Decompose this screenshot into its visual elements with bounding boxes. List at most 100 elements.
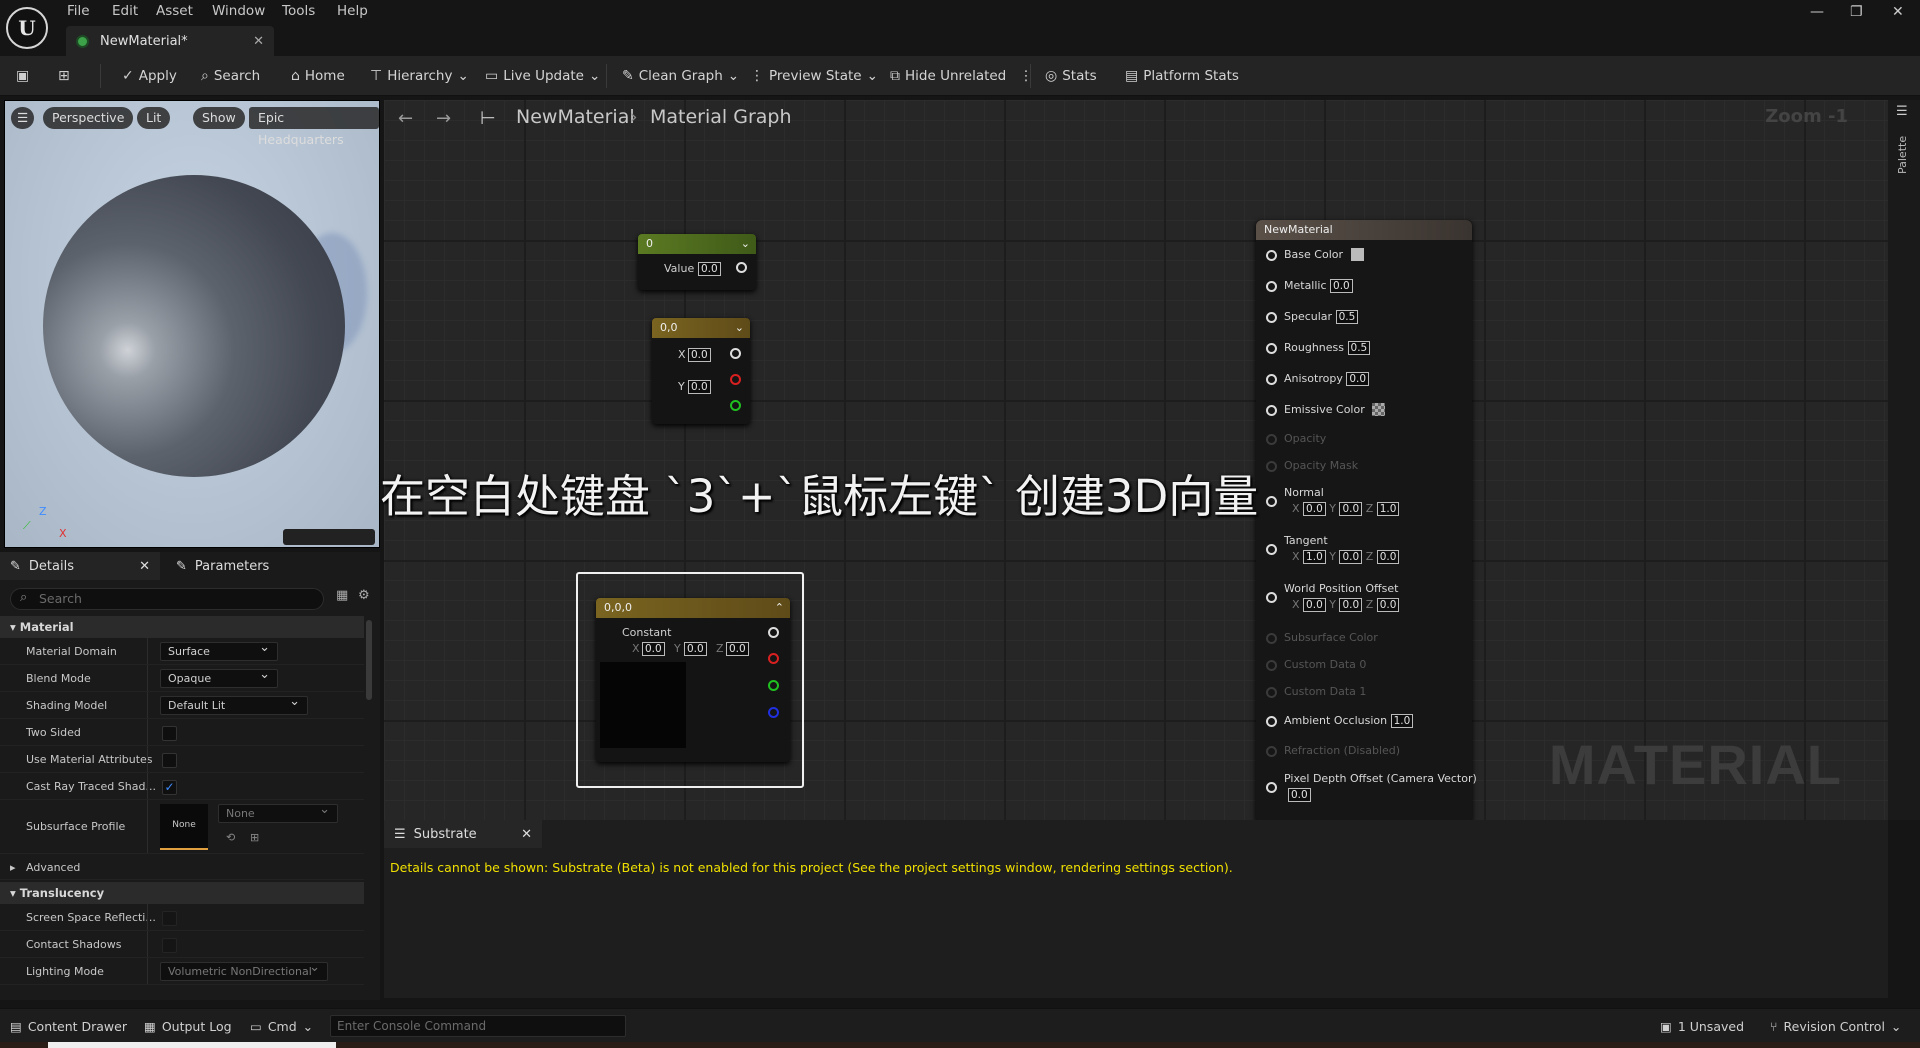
input-pin[interactable] [1266,281,1277,292]
viewport-menu-icon[interactable]: ☰ [11,107,35,129]
subsurface-profile-dropdown[interactable]: None [218,801,338,823]
value-field[interactable]: 0.0 [698,262,721,276]
search-button[interactable]: ⌕ Search [201,56,260,96]
checker-swatch[interactable] [1372,403,1386,416]
vector3-constant-node[interactable]: 0,0,0 ⌃ Constant X 0.0 Y 0.0 Z 0.0 [596,598,790,762]
content-drawer-button[interactable]: ▤ Content Drawer [10,1009,127,1043]
two-sided-checkbox[interactable] [162,726,177,741]
live-update-button[interactable]: ▭ Live Update ⌄ [485,56,600,96]
menu-edit[interactable]: Edit [112,0,138,22]
normal-x-field[interactable]: 0.0 [1303,502,1326,516]
save-icon[interactable]: ▣ [16,56,29,96]
material-output-node[interactable]: NewMaterial Base Color Metallic 0.0 Spec… [1256,220,1477,820]
y-field[interactable]: 0.0 [684,642,707,656]
show-button[interactable]: Show [193,107,245,129]
menu-help[interactable]: Help [337,0,368,22]
input-pin[interactable] [1266,405,1277,416]
browse-icon[interactable]: ⊞ [58,56,70,96]
input-pin[interactable] [1266,312,1277,323]
output-pin[interactable] [736,262,747,273]
input-pin[interactable] [1266,250,1277,261]
palette-menu-icon[interactable]: ☰ [1896,104,1908,119]
input-pin[interactable] [1266,716,1277,727]
output-pin-b[interactable] [768,707,779,718]
collapse-icon[interactable]: ⌄ [735,318,744,338]
use-selected-icon[interactable]: ⟲ [226,824,235,851]
palette-tab-label[interactable]: Palette [1896,136,1909,174]
unsaved-button[interactable]: ▣ 1 Unsaved [1660,1009,1744,1043]
menu-file[interactable]: File [67,0,90,22]
color-swatch[interactable] [1350,248,1364,261]
close-tab-icon[interactable]: ✕ [253,34,264,49]
input-pin[interactable] [1266,374,1277,385]
close-window-icon[interactable]: ✕ [1892,4,1904,20]
close-substrate-icon[interactable]: ✕ [521,827,532,842]
menu-window[interactable]: Window [212,0,265,22]
roughness-field[interactable]: 0.5 [1347,341,1371,355]
tangent-y-field[interactable]: 0.0 [1339,550,1363,564]
y-field[interactable]: 0.0 [688,380,711,394]
stats-button[interactable]: ◎ Stats [1045,56,1097,96]
tangent-z-field[interactable]: 0.0 [1376,550,1400,564]
tangent-x-field[interactable]: 1.0 [1303,550,1326,564]
wpo-y-field[interactable]: 0.0 [1339,598,1363,612]
input-pin[interactable] [1266,782,1277,793]
output-pin-g[interactable] [768,680,779,691]
revision-control-button[interactable]: ⑂ Revision Control ⌄ [1770,1009,1901,1043]
output-pin-r[interactable] [768,653,779,664]
close-details-icon[interactable]: ✕ [139,559,150,574]
minimize-icon[interactable]: — [1810,4,1824,20]
details-scrollbar[interactable] [366,620,372,700]
platform-stats-button[interactable]: ▤ Platform Stats [1125,56,1239,96]
forward-arrow-icon[interactable]: → [436,108,451,129]
back-arrow-icon[interactable]: ← [398,108,413,129]
collapse-icon[interactable]: ⌄ [741,234,750,254]
subsurface-thumbnail[interactable]: None [160,804,208,850]
clean-graph-button[interactable]: ✎ Clean Graph ⌄ [622,56,739,96]
asset-tab[interactable]: NewMaterial* ✕ [66,26,274,56]
specular-field[interactable]: 0.5 [1335,310,1359,324]
contact-shadows-checkbox[interactable] [162,938,177,953]
restore-icon[interactable]: ❐ [1850,4,1863,20]
row-advanced[interactable]: ▸ Advanced [0,856,364,880]
anisotropy-field[interactable]: 0.0 [1346,372,1370,386]
perspective-button[interactable]: Perspective [43,107,134,129]
input-pin[interactable] [1266,496,1277,507]
apply-button[interactable]: ✓ Apply [122,56,177,96]
input-pin[interactable] [1266,592,1277,603]
preview-viewport[interactable]: ☰ Perspective Lit Show Epic Headquarters… [4,100,380,548]
lit-button[interactable]: Lit [137,107,171,129]
material-domain-dropdown[interactable]: Surface [160,639,278,661]
cmd-dropdown[interactable]: ▭ Cmd ⌄ [250,1009,313,1043]
wpo-x-field[interactable]: 0.0 [1303,598,1326,612]
ssr-checkbox[interactable] [162,911,177,926]
metallic-field[interactable]: 0.0 [1330,279,1353,293]
wpo-z-field[interactable]: 0.0 [1376,598,1400,612]
z-field[interactable]: 0.0 [726,642,749,656]
use-material-attributes-checkbox[interactable] [162,753,177,768]
substrate-tab[interactable]: ☰ Substrate ✕ [384,820,542,848]
pdo-field[interactable]: 0.0 [1288,788,1311,802]
blend-mode-dropdown[interactable]: Opaque [160,666,278,688]
normal-y-field[interactable]: 0.0 [1339,502,1363,516]
x-field[interactable]: 0.0 [688,348,711,362]
output-pin[interactable] [768,627,779,638]
scalar-constant-node[interactable]: 0 ⌄ Value 0.0 [638,234,756,290]
menu-asset[interactable]: Asset [156,0,193,22]
category-material[interactable]: ▾ Material [0,616,364,638]
browse-asset-icon[interactable]: ⊞ [250,824,259,851]
home-button[interactable]: ⌂ Home [291,56,345,96]
menu-tools[interactable]: Tools [282,0,315,22]
details-search-input[interactable]: Search [10,588,324,610]
table-view-icon[interactable]: ▦ [336,588,348,603]
breadcrumb-child[interactable]: Material Graph [650,106,792,128]
parameters-tab[interactable]: ✎ Parameters [166,552,279,580]
normal-z-field[interactable]: 1.0 [1376,502,1400,516]
input-pin[interactable] [1266,544,1277,555]
output-pin-g[interactable] [730,400,741,411]
palette-panel[interactable]: ☰ Palette [1888,100,1920,820]
hide-unrelated-button[interactable]: ⧉ Hide Unrelated ⋮ [890,56,1033,96]
unreal-logo[interactable]: U [6,7,48,49]
output-pin[interactable] [730,348,741,359]
input-pin[interactable] [1266,343,1277,354]
